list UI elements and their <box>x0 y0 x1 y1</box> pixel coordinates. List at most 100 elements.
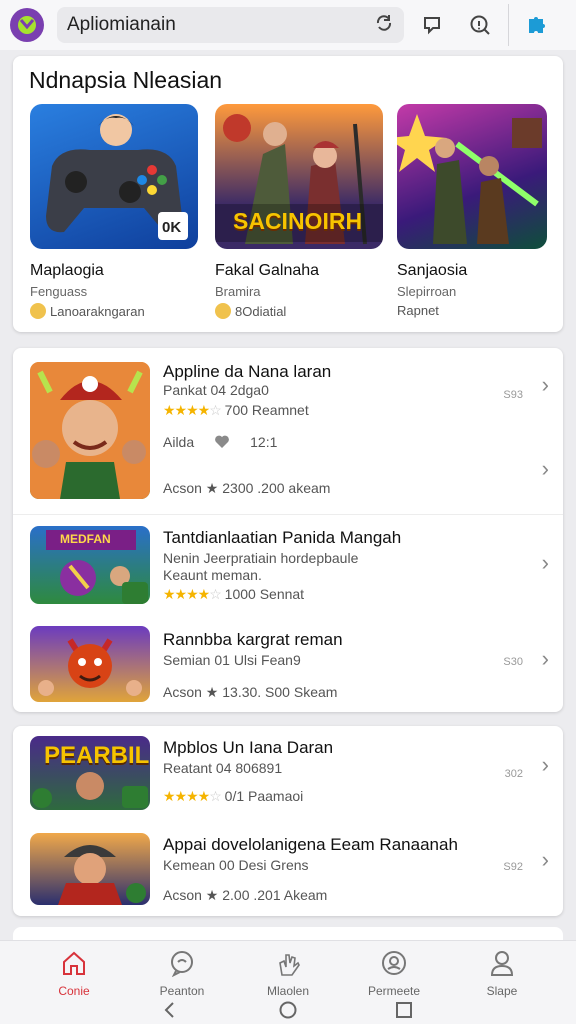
chevron-right-icon[interactable]: › <box>542 372 549 398</box>
message-icon[interactable] <box>412 5 452 45</box>
rating: ★★★★☆ 700 Reamnet <box>163 402 309 419</box>
featured-card: Ndnapsia Nleasian 0K Maplaogia Fenguass … <box>13 56 563 332</box>
app-logo[interactable] <box>10 8 44 42</box>
heart-icon <box>215 435 230 448</box>
app-title: Mpblos Un Iana Daran <box>163 738 334 757</box>
search-input[interactable] <box>67 14 357 36</box>
featured-tile[interactable]: 0K Maplaogia Fenguass Lanoarakngaran <box>30 104 200 319</box>
list-item[interactable]: Appline da Nana laran Pankat 04 2dga0 ★★… <box>13 348 563 513</box>
star-empty-icon: ☆ <box>209 788 222 804</box>
game-meta: Lanoarakngaran <box>50 303 145 319</box>
app-subtitle: Reatant 04 806891 <box>163 760 283 776</box>
app-count: 302 <box>504 768 523 780</box>
star-empty-icon: ☆ <box>209 586 222 602</box>
nav-label: Mlaolen <box>266 984 310 998</box>
game-thumbnail[interactable]: 0K <box>30 104 198 249</box>
rating: ★★★★☆ 1000 Sennat <box>163 586 304 603</box>
emoji-icon <box>215 303 231 319</box>
list-item[interactable]: Rannbba kargrat reman Semian 01 Ulsi Fea… <box>13 614 563 712</box>
app-footer: Acson ★ 2300 .200 akeam <box>163 480 331 496</box>
rating-text: 1000 Sennat <box>224 586 305 602</box>
game-title: Maplaogia <box>30 262 104 279</box>
app-count: S30 <box>503 656 523 668</box>
app-title: Appline da Nana laran <box>163 362 332 381</box>
nav-home[interactable]: Conie <box>34 949 114 998</box>
home-circle-icon[interactable] <box>278 1000 298 1020</box>
game-title: Sanjaosia <box>397 262 468 279</box>
game-banner: MEDFAN <box>60 532 111 546</box>
app-title: Tantdianlaatian Panida Mangah <box>163 528 402 547</box>
game-thumbnail[interactable]: PEARBIL <box>30 736 150 810</box>
back-icon[interactable] <box>160 1000 180 1020</box>
chevron-right-icon[interactable]: › <box>542 752 549 778</box>
emoji-icon <box>30 303 46 319</box>
featured-tile[interactable]: SACINOIRH Fakal Galnaha Bramira 8Odiatia… <box>215 104 385 319</box>
game-meta: Rapnet <box>397 303 439 318</box>
list-item[interactable]: MEDFAN Tantdianlaatian Panida Mangah Nen… <box>13 514 563 614</box>
star-icon: ★★★★ <box>163 586 210 602</box>
app-count: S93 <box>503 389 523 401</box>
list-item[interactable]: Appai dovelolanigena Eeam Ranaanah Kemea… <box>13 821 563 916</box>
chevron-right-icon[interactable]: › <box>542 550 549 576</box>
app-list-card: PEARBIL Mpblos Un Iana Daran Reatant 04 … <box>13 726 563 916</box>
toolbar-divider <box>508 4 509 46</box>
star-icon: ★★★★ <box>163 402 210 418</box>
app-list-card: Appline da Nana laran Pankat 04 2dga0 ★★… <box>13 348 563 712</box>
app-subtitle-2: Keaunt meman. <box>163 567 262 583</box>
search-bar[interactable] <box>57 7 404 43</box>
star-icon: ★★★★ <box>163 788 210 804</box>
app-subtitle: Nenin Jeerpratiain hordepbaule <box>163 550 359 566</box>
game-thumbnail[interactable]: MEDFAN <box>30 526 150 604</box>
game-thumbnail[interactable]: SACINOIRH <box>215 104 383 249</box>
recents-icon[interactable] <box>394 1000 414 1020</box>
game-subtitle: Slepirroan <box>397 284 457 299</box>
nav-label: Permeete <box>367 984 421 998</box>
featured-tile[interactable]: Sanjaosia Slepirroan Rapnet <box>397 104 567 318</box>
game-subtitle: Fenguass <box>30 284 88 299</box>
featured-title: Ndnapsia Nleasian <box>29 67 223 93</box>
game-meta: 8Odiatial <box>235 303 287 319</box>
list-item[interactable]: PEARBIL Mpblos Un Iana Daran Reatant 04 … <box>13 726 563 821</box>
rating-text: 0/1 Paamaoi <box>224 788 304 804</box>
hand-icon <box>279 954 300 976</box>
game-badge: 0K <box>162 219 182 236</box>
app-count: S92 <box>503 861 523 873</box>
app-size: 12:1 <box>250 434 278 450</box>
app-footer: Acson ★ 2.00 .201 Akeam <box>163 887 328 903</box>
chevron-right-icon[interactable]: › <box>542 456 549 482</box>
home-icon <box>63 951 85 975</box>
puzzle-icon[interactable] <box>517 5 557 45</box>
game-thumbnail[interactable] <box>30 626 150 702</box>
app-subtitle: Kemean 00 Desi Grens <box>163 857 309 873</box>
nav-label: Conie <box>58 984 90 998</box>
nav-hand[interactable]: Mlaolen <box>248 949 328 998</box>
chat-icon <box>171 951 193 978</box>
game-thumbnail[interactable] <box>397 104 547 249</box>
top-bar <box>0 0 576 50</box>
game-title: Fakal Galnaha <box>215 262 320 279</box>
app-title: Rannbba kargrat reman <box>163 630 343 649</box>
nav-chat[interactable]: Peanton <box>142 949 222 998</box>
game-thumbnail[interactable] <box>30 833 150 905</box>
app-subtitle: Pankat 04 2dga0 <box>163 382 269 398</box>
profile-icon <box>490 951 514 976</box>
game-subtitle: Bramira <box>215 284 261 299</box>
star-empty-icon: ☆ <box>209 402 222 418</box>
nav-label: Peanton <box>159 984 205 998</box>
game-banner: PEARBIL <box>44 742 150 769</box>
refresh-icon[interactable] <box>374 13 394 38</box>
chevron-right-icon[interactable]: › <box>542 847 549 873</box>
game-banner: SACINOIRH <box>233 208 363 234</box>
app-tag: Ailda <box>163 434 195 450</box>
game-thumbnail[interactable] <box>30 362 150 499</box>
rating: ★★★★☆ 0/1 Paamaoi <box>163 788 303 805</box>
nav-label: Slape <box>486 984 518 998</box>
app-title: Appai dovelolanigena Eeam Ranaanah <box>163 835 458 854</box>
search-info-icon[interactable] <box>460 5 500 45</box>
badge-icon <box>382 951 406 975</box>
app-subtitle: Semian 01 Ulsi Fean9 <box>163 652 301 668</box>
nav-badge[interactable]: Permeete <box>354 949 434 998</box>
system-nav-bar <box>0 998 576 1024</box>
chevron-right-icon[interactable]: › <box>542 646 549 672</box>
nav-profile[interactable]: Slape <box>462 949 542 998</box>
